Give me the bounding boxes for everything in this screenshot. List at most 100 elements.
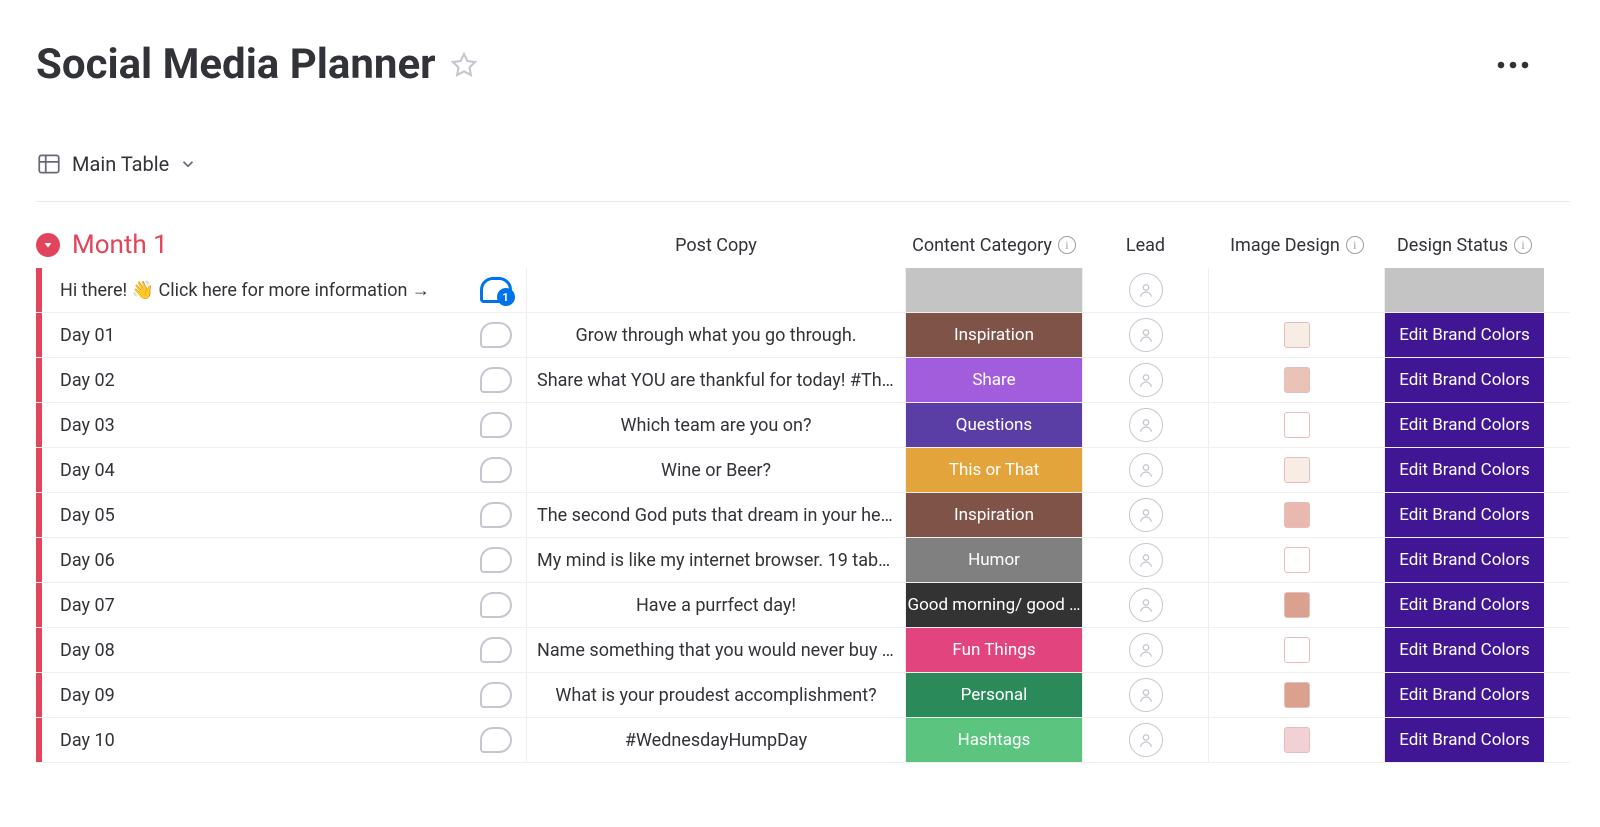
lead-cell[interactable] (1082, 268, 1209, 312)
row-name[interactable]: Day 10 (42, 718, 465, 762)
design-status-cell[interactable]: Edit Brand Colors (1385, 628, 1544, 672)
image-design-cell[interactable] (1209, 268, 1385, 312)
conversation-icon[interactable] (465, 313, 526, 357)
row-name[interactable]: Day 06 (42, 538, 465, 582)
image-thumbnail[interactable] (1284, 727, 1310, 753)
lead-cell[interactable] (1082, 493, 1209, 537)
content-category-cell[interactable]: Hashtags (906, 718, 1082, 762)
row-name[interactable]: Day 03 (42, 403, 465, 447)
lead-cell[interactable] (1082, 403, 1209, 447)
info-icon[interactable]: i (1346, 236, 1364, 254)
row-name[interactable]: Day 08 (42, 628, 465, 672)
content-category-cell[interactable]: Fun Things (906, 628, 1082, 672)
design-status-cell[interactable]: Edit Brand Colors (1385, 313, 1544, 357)
group-toggle[interactable]: Month 1 (36, 230, 526, 260)
image-design-cell[interactable] (1209, 583, 1385, 627)
image-design-cell[interactable] (1209, 493, 1385, 537)
lead-cell[interactable] (1082, 448, 1209, 492)
table-row[interactable]: Day 07 Have a purrfect day!Good morning/ … (36, 583, 1570, 628)
post-copy-cell[interactable]: My mind is like my internet browser. 19 … (526, 538, 906, 582)
post-copy-cell[interactable]: The second God puts that dream in your h… (526, 493, 906, 537)
table-row[interactable]: Day 03 Which team are you on?Questions Edi… (36, 403, 1570, 448)
lead-cell[interactable] (1082, 718, 1209, 762)
row-name[interactable]: Day 01 (42, 313, 465, 357)
post-copy-cell[interactable]: Name something that you would never buy … (526, 628, 906, 672)
design-status-cell[interactable]: Edit Brand Colors (1385, 718, 1544, 762)
image-thumbnail[interactable] (1284, 637, 1310, 663)
design-status-cell[interactable]: Edit Brand Colors (1385, 403, 1544, 447)
image-thumbnail[interactable] (1284, 592, 1310, 618)
column-header-lead[interactable]: Lead (1082, 230, 1209, 260)
content-category-cell[interactable] (906, 268, 1082, 312)
post-copy-cell[interactable]: Which team are you on? (526, 403, 906, 447)
table-row[interactable]: Day 10 #WednesdayHumpDayHashtags Edit Bran… (36, 718, 1570, 763)
view-name[interactable]: Main Table (72, 152, 169, 176)
post-copy-cell[interactable]: Wine or Beer? (526, 448, 906, 492)
design-status-cell[interactable]: Edit Brand Colors (1385, 583, 1544, 627)
column-header-imagedesign[interactable]: Image Design i (1209, 230, 1385, 260)
row-name[interactable]: Day 05 (42, 493, 465, 537)
info-icon[interactable]: i (1514, 236, 1532, 254)
lead-cell[interactable] (1082, 583, 1209, 627)
column-header-category[interactable]: Content Category i (906, 230, 1082, 260)
post-copy-cell[interactable] (526, 268, 906, 312)
conversation-icon[interactable] (465, 403, 526, 447)
table-row[interactable]: Hi there! 👋 Click here for more informat… (36, 268, 1570, 313)
table-row[interactable]: Day 05 The second God puts that dream in … (36, 493, 1570, 538)
column-header-postcopy[interactable]: Post Copy (526, 230, 906, 260)
column-header-designstatus[interactable]: Design Status i (1385, 230, 1544, 260)
table-row[interactable]: Day 02Share what YOU are thankful for to… (36, 358, 1570, 403)
table-row[interactable]: Day 04Wine or Beer?This or ThatEdit Bran… (36, 448, 1570, 493)
conversation-icon[interactable] (465, 538, 526, 582)
image-thumbnail[interactable] (1284, 682, 1310, 708)
view-chevron-down-icon[interactable] (179, 155, 197, 173)
conversation-icon[interactable] (465, 358, 526, 402)
image-design-cell[interactable] (1209, 358, 1385, 402)
image-thumbnail[interactable] (1284, 322, 1310, 348)
row-name[interactable]: Day 07 (42, 583, 465, 627)
design-status-cell[interactable]: Edit Brand Colors (1385, 538, 1544, 582)
table-row[interactable]: Day 09What is your proudest accomplishme… (36, 673, 1570, 718)
content-category-cell[interactable]: This or That (906, 448, 1082, 492)
table-row[interactable]: Day 01Grow through what you go through.I… (36, 313, 1570, 358)
post-copy-cell[interactable]: #WednesdayHumpDay (526, 718, 906, 762)
content-category-cell[interactable]: Inspiration (906, 313, 1082, 357)
lead-cell[interactable] (1082, 538, 1209, 582)
lead-cell[interactable] (1082, 673, 1209, 717)
conversation-icon[interactable] (465, 448, 526, 492)
conversation-icon[interactable] (465, 718, 526, 762)
row-name[interactable]: Day 04 (42, 448, 465, 492)
design-status-cell[interactable] (1385, 268, 1544, 312)
lead-cell[interactable] (1082, 358, 1209, 402)
favorite-star-icon[interactable] (450, 51, 478, 79)
row-name[interactable]: Day 02 (42, 358, 465, 402)
info-icon[interactable]: i (1058, 236, 1076, 254)
table-row[interactable]: Day 08 Name something that you would neve… (36, 628, 1570, 673)
image-thumbnail[interactable] (1284, 367, 1310, 393)
content-category-cell[interactable]: Personal (906, 673, 1082, 717)
image-design-cell[interactable] (1209, 538, 1385, 582)
image-design-cell[interactable] (1209, 718, 1385, 762)
table-row[interactable]: Day 06 My mind is like my internet browse… (36, 538, 1570, 583)
row-name[interactable]: Day 09 (42, 673, 465, 717)
collapse-down-icon[interactable] (36, 233, 60, 257)
image-thumbnail[interactable] (1284, 412, 1310, 438)
conversation-icon[interactable] (465, 673, 526, 717)
post-copy-cell[interactable]: Have a purrfect day! (526, 583, 906, 627)
row-name[interactable]: Hi there! 👋 Click here for more informat… (42, 268, 465, 312)
conversation-icon[interactable] (465, 628, 526, 672)
lead-cell[interactable] (1082, 313, 1209, 357)
content-category-cell[interactable]: Humor (906, 538, 1082, 582)
image-thumbnail[interactable] (1284, 457, 1310, 483)
image-thumbnail[interactable] (1284, 502, 1310, 528)
content-category-cell[interactable]: Good morning/ good … (906, 583, 1082, 627)
lead-cell[interactable] (1082, 628, 1209, 672)
content-category-cell[interactable]: Questions (906, 403, 1082, 447)
image-design-cell[interactable] (1209, 313, 1385, 357)
conversation-icon[interactable]: 1 (465, 268, 526, 312)
conversation-icon[interactable] (465, 493, 526, 537)
image-design-cell[interactable] (1209, 673, 1385, 717)
image-design-cell[interactable] (1209, 628, 1385, 672)
design-status-cell[interactable]: Edit Brand Colors (1385, 358, 1544, 402)
content-category-cell[interactable]: Share (906, 358, 1082, 402)
